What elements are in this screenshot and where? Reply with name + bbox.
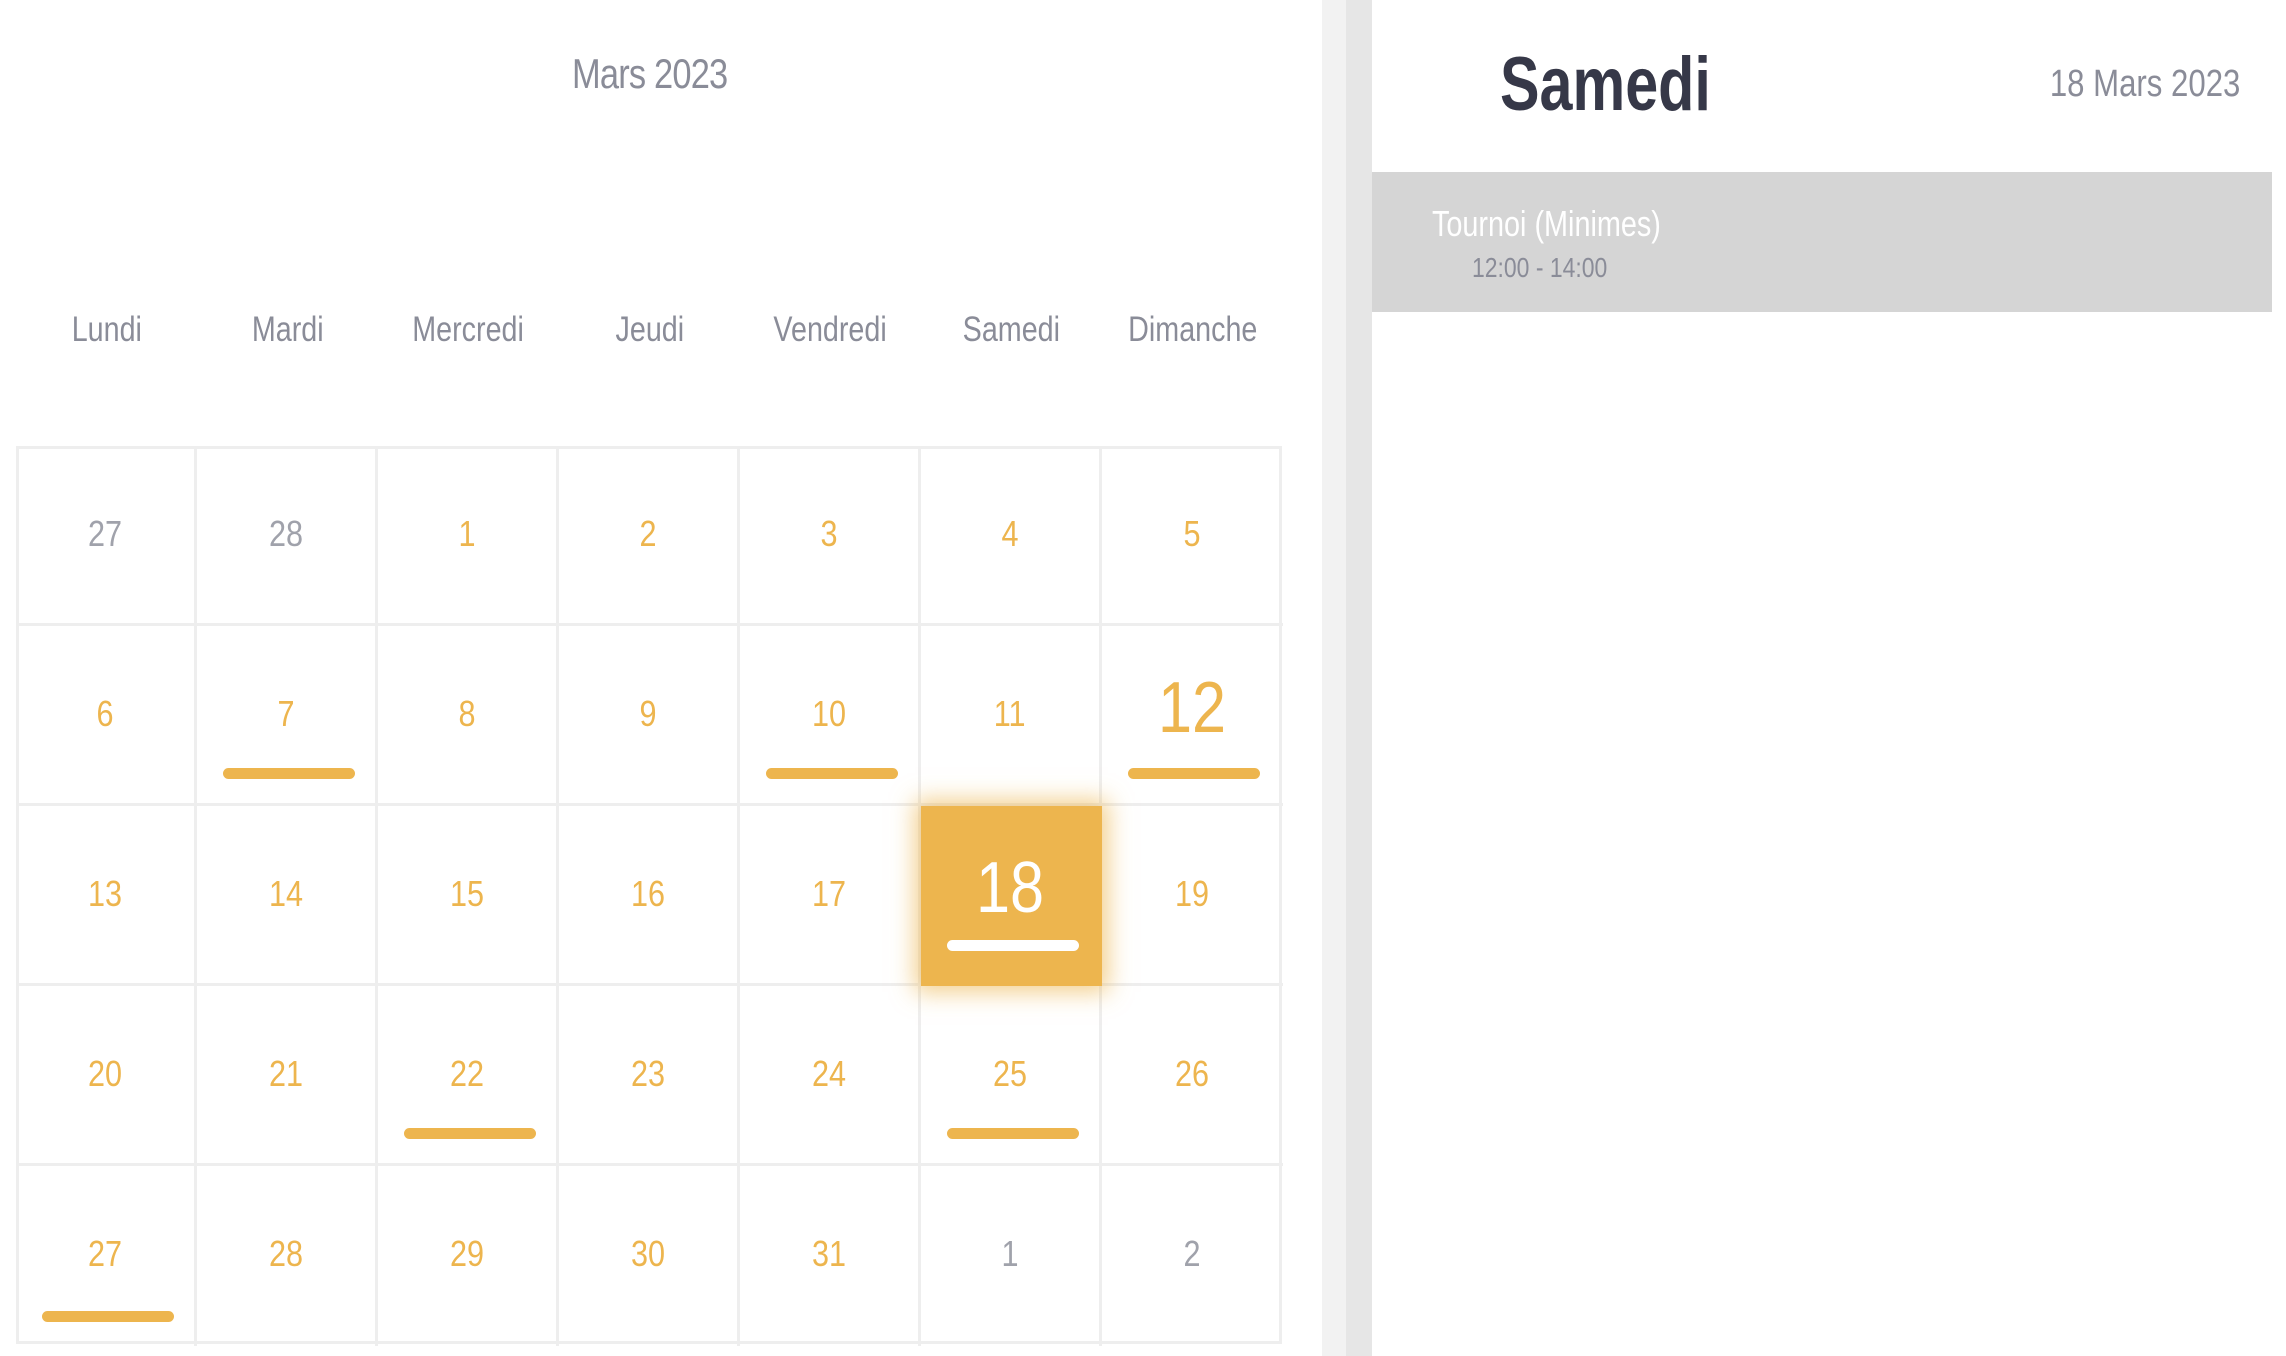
- calendar-day[interactable]: 17: [740, 806, 921, 986]
- calendar-day-number: 4: [1001, 513, 1019, 554]
- calendar-day[interactable]: 8: [378, 626, 559, 806]
- calendar-day-selected[interactable]: 18: [921, 806, 1102, 986]
- calendar-day-number: 20: [87, 1053, 123, 1094]
- event-item[interactable]: Tournoi (Minimes) 12:00 - 14:00: [1372, 172, 2272, 312]
- calendar-day-number: 12: [1158, 668, 1227, 748]
- calendar-day[interactable]: 30: [559, 1166, 740, 1346]
- weekday-tuesday: Mardi: [251, 310, 324, 349]
- calendar-day[interactable]: 7: [197, 626, 378, 806]
- calendar-day-number: 2: [1183, 1233, 1202, 1274]
- calendar-day-number: 27: [87, 1233, 123, 1274]
- weekday-header-row: Lundi Mardi Mercredi Jeudi Vendredi Same…: [16, 310, 1282, 370]
- calendar-day-number: 13: [87, 873, 123, 914]
- calendar-day[interactable]: 4: [921, 446, 1102, 626]
- calendar-day-number: 15: [449, 873, 485, 914]
- calendar-day[interactable]: 1: [921, 1166, 1102, 1346]
- selected-day-date: 18 Mars 2023: [2049, 63, 2240, 105]
- calendar-day[interactable]: 11: [921, 626, 1102, 806]
- calendar-day-number: 29: [449, 1233, 485, 1274]
- calendar-day[interactable]: 9: [559, 626, 740, 806]
- calendar-day[interactable]: 23: [559, 986, 740, 1166]
- weekday-sunday: Dimanche: [1127, 310, 1258, 349]
- calendar-day-number: 18: [975, 848, 1045, 928]
- calendar-day-number: 26: [1175, 1053, 1210, 1094]
- calendar-day[interactable]: 24: [740, 986, 921, 1166]
- event-time: 12:00 - 14:00: [1472, 252, 1608, 283]
- event-indicator-bar: [404, 1128, 536, 1139]
- calendar-day[interactable]: 28: [197, 1166, 378, 1346]
- calendar-panel: Mars 2023 Lundi Mardi Mercredi Jeudi Ven…: [0, 0, 1322, 1356]
- calendar-day[interactable]: 14: [197, 806, 378, 986]
- calendar-day-number: 21: [268, 1053, 304, 1094]
- calendar-day[interactable]: 2: [559, 446, 740, 626]
- calendar-day[interactable]: 27: [16, 1166, 197, 1346]
- calendar-day-number: 1: [1001, 1233, 1019, 1274]
- month-title-text: Mars 2023: [572, 50, 728, 97]
- calendar-day[interactable]: 25: [921, 986, 1102, 1166]
- calendar-day-number: 24: [811, 1053, 847, 1094]
- calendar-day-number: 7: [277, 693, 295, 734]
- panel-divider: [1322, 0, 1346, 1356]
- selected-day-name: Samedi: [1500, 42, 1711, 127]
- weekday-monday: Lundi: [71, 310, 142, 349]
- calendar-day-number: 28: [268, 513, 304, 554]
- calendar-day-number: 30: [630, 1233, 666, 1274]
- calendar-day-number: 5: [1183, 513, 1202, 554]
- event-indicator-bar: [947, 940, 1079, 951]
- calendar-day-number: 1: [458, 513, 476, 554]
- calendar-day-number: 9: [639, 693, 657, 734]
- calendar-day[interactable]: 26: [1102, 986, 1283, 1166]
- calendar-day-number: 14: [268, 873, 304, 914]
- calendar-day[interactable]: 6: [16, 626, 197, 806]
- calendar-day-number: 22: [449, 1053, 485, 1094]
- calendar-day-number: 31: [811, 1233, 847, 1274]
- calendar-day-number: 10: [811, 693, 847, 734]
- weekday-friday: Vendredi: [773, 310, 888, 349]
- calendar-day[interactable]: 21: [197, 986, 378, 1166]
- calendar-day[interactable]: 13: [16, 806, 197, 986]
- calendar-day[interactable]: 10: [740, 626, 921, 806]
- event-indicator-bar: [42, 1311, 174, 1322]
- calendar-day-number: 6: [96, 693, 114, 734]
- calendar-day[interactable]: 22: [378, 986, 559, 1166]
- event-indicator-bar: [223, 768, 355, 779]
- calendar-day-number: 11: [994, 693, 1026, 734]
- month-title: Mars 2023: [0, 50, 1300, 98]
- calendar-day-number: 23: [630, 1053, 666, 1094]
- calendar-day[interactable]: 12: [1102, 626, 1283, 806]
- calendar-day-number: 28: [268, 1233, 304, 1274]
- calendar-grid: 27 28 1 2 3 4 5 6 7 8 9 10 11 12 13 14 15 16 17 18 19 20 21 22 2…: [16, 446, 1283, 1346]
- calendar-day[interactable]: 15: [378, 806, 559, 986]
- calendar-day[interactable]: 28: [197, 446, 378, 626]
- calendar-day-number: 27: [87, 513, 123, 554]
- calendar-day-number: 2: [639, 513, 657, 554]
- calendar-day-number: 17: [811, 873, 847, 914]
- calendar-day[interactable]: 29: [378, 1166, 559, 1346]
- calendar-day[interactable]: 2: [1102, 1166, 1283, 1346]
- calendar-day[interactable]: 5: [1102, 446, 1283, 626]
- event-indicator-bar: [1128, 768, 1260, 779]
- calendar-day[interactable]: 20: [16, 986, 197, 1166]
- panel-divider-shadow: [1346, 0, 1372, 1356]
- event-indicator-bar: [947, 1128, 1079, 1139]
- calendar-day-number: 3: [820, 513, 838, 554]
- weekday-wednesday: Mercredi: [412, 310, 525, 349]
- calendar-day[interactable]: 1: [378, 446, 559, 626]
- calendar-day-number: 8: [458, 693, 476, 734]
- weekday-thursday: Jeudi: [615, 310, 684, 349]
- calendar-day[interactable]: 16: [559, 806, 740, 986]
- calendar-day-number: 16: [630, 873, 666, 914]
- weekday-saturday: Samedi: [962, 310, 1061, 349]
- calendar-day[interactable]: 3: [740, 446, 921, 626]
- event-indicator-bar: [766, 768, 898, 779]
- calendar-day[interactable]: 31: [740, 1166, 921, 1346]
- calendar-day[interactable]: 19: [1102, 806, 1283, 986]
- day-detail-panel: Samedi 18 Mars 2023 Tournoi (Minimes) 12…: [1372, 0, 2272, 1356]
- calendar-day-number: 19: [1175, 873, 1210, 914]
- calendar-day-number: 25: [992, 1053, 1028, 1094]
- event-title: Tournoi (Minimes): [1432, 203, 1661, 244]
- calendar-day[interactable]: 27: [16, 446, 197, 626]
